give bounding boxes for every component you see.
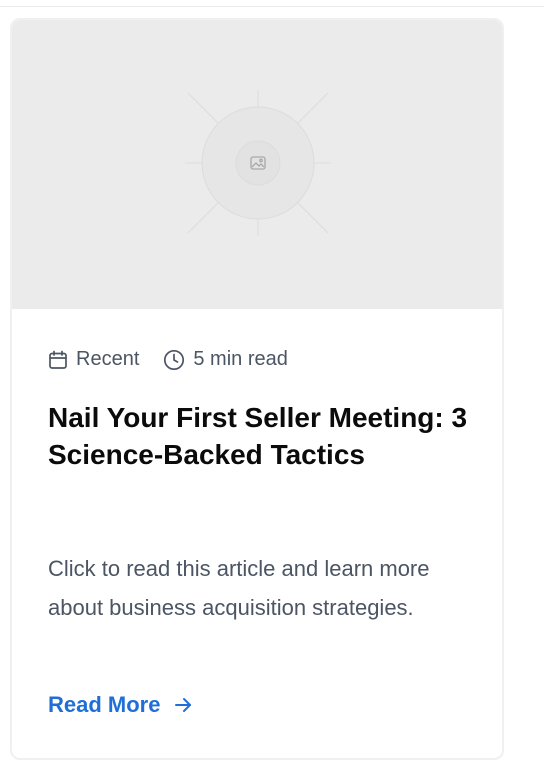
article-title[interactable]: Nail Your First Seller Meeting: 3 Scienc… (48, 399, 478, 473)
article-meta: Recent 5 min read (48, 348, 288, 371)
article-excerpt: Click to read this article and learn mor… (48, 556, 430, 620)
top-divider (0, 6, 544, 7)
image-placeholder-icon (185, 90, 331, 236)
read-time-label: 5 min read (193, 348, 288, 370)
clock-icon (164, 349, 185, 370)
date-label: Recent (76, 348, 140, 370)
read-more-label: Read More (48, 692, 161, 717)
date-meta: Recent (48, 348, 139, 371)
article-card[interactable]: Recent 5 min read Nail Your First Seller… (10, 18, 504, 760)
calendar-icon (49, 350, 67, 369)
read-more-link[interactable]: Read More (48, 692, 192, 718)
read-time-meta: 5 min read (163, 348, 288, 371)
arrow-right-icon (175, 698, 192, 712)
article-image-placeholder (12, 20, 502, 309)
